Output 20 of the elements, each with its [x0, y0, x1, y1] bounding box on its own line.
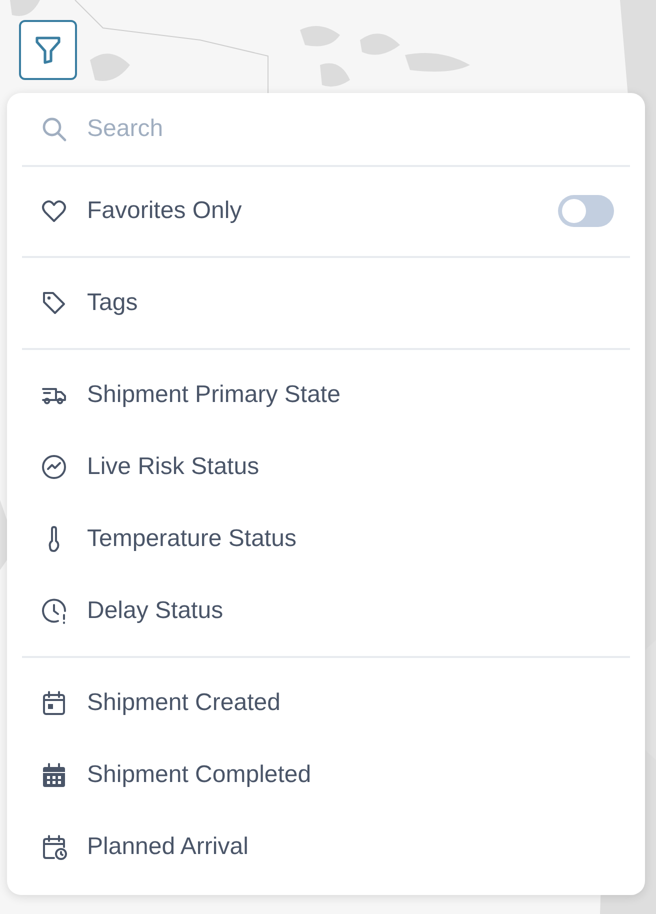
calendar-grid-icon: [40, 761, 68, 789]
filter-button[interactable]: [19, 20, 77, 80]
tag-icon: [40, 289, 68, 317]
toggle-switch[interactable]: [558, 195, 614, 227]
menu-item-label: Favorites Only: [87, 196, 243, 226]
menu-item[interactable]: Shipment Primary State: [7, 359, 645, 431]
calendar-icon: [40, 689, 68, 717]
menu-item[interactable]: Temperature Status: [7, 503, 645, 575]
chart-circle-icon: [40, 453, 68, 481]
menu-item[interactable]: Planned Arrival: [7, 811, 645, 883]
filter-icon: [34, 35, 62, 65]
calendar-clock-icon: [40, 833, 68, 861]
search-field[interactable]: Search: [87, 109, 587, 149]
search-icon: [40, 115, 68, 143]
clock-alert-icon: [40, 597, 68, 625]
menu-item[interactable]: Live Risk Status: [7, 431, 645, 503]
menu-item[interactable]: Shipment Created: [7, 667, 645, 739]
menu-item[interactable]: Tags: [7, 267, 645, 339]
menu-item[interactable]: Delay Status: [7, 575, 645, 647]
menu-item[interactable]: Shipment Completed: [7, 739, 645, 811]
